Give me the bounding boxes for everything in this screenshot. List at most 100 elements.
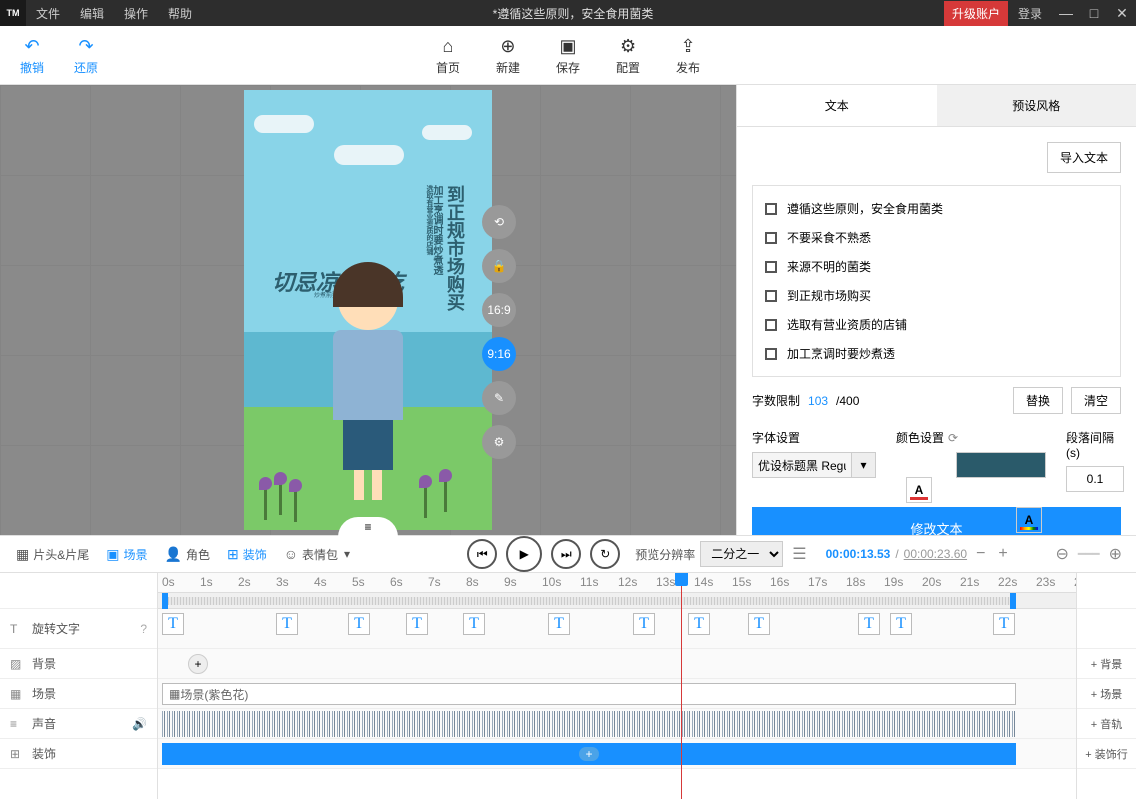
resolution-select[interactable]: 二分之一 (700, 541, 783, 567)
scrub-bar[interactable] (158, 593, 1076, 609)
zoom-fit-icon[interactable]: ⊖ (1056, 544, 1069, 564)
font-select[interactable] (752, 452, 852, 478)
track-scene[interactable]: ▦ 场景(紫色花) (158, 679, 1076, 709)
loop-button[interactable]: ↻ (590, 539, 620, 569)
lock-tool[interactable]: 🔒 (482, 249, 516, 283)
text-item[interactable]: 遵循这些原则，安全食用菌类 (761, 194, 1112, 223)
bg-icon: ▨ (10, 657, 26, 671)
track-rotate-text[interactable]: TTTTTTTTTTTTT (158, 609, 1076, 649)
undo-icon: ↶ (24, 35, 39, 59)
app-logo: TM (0, 0, 26, 26)
tab-role[interactable]: 👤角色 (159, 542, 216, 567)
minimize-button[interactable]: — (1052, 5, 1080, 21)
canvas-frame[interactable]: 来源不明的 到正规市场购买 加工烹调时要炒煮透 选取有营业资质的店铺 切忌凉拌生… (244, 90, 492, 530)
settings-tool[interactable]: ⚙ (482, 425, 516, 459)
add-bg-button[interactable]: + 背景 (1077, 649, 1136, 679)
color-label: 颜色设置⟳ (896, 429, 1046, 446)
layers-icon[interactable]: ☰ (792, 544, 806, 564)
new-button[interactable]: ⊕新建 (496, 35, 520, 76)
zoom-out-icon[interactable]: − (976, 545, 985, 563)
link-tool[interactable]: ⟲ (482, 205, 516, 239)
menu-file[interactable]: 文件 (26, 5, 70, 22)
text-item[interactable]: 不要采食不熟悉 (761, 223, 1112, 252)
font-dropdown[interactable]: ▾ (852, 452, 876, 478)
text-clip[interactable]: T (748, 613, 770, 635)
play-button[interactable]: ▶ (506, 536, 542, 572)
text-clip[interactable]: T (348, 613, 370, 635)
edit-tool[interactable]: ✎ (482, 381, 516, 415)
login-button[interactable]: 登录 (1008, 5, 1052, 22)
tab-emoji[interactable]: ☺表情包▾ (278, 542, 356, 567)
maximize-button[interactable]: □ (1080, 5, 1108, 21)
add-decor-icon[interactable]: + (579, 747, 599, 761)
ratio-9-16[interactable]: 9:16 (482, 337, 516, 371)
tab-preset[interactable]: 预设风格 (937, 85, 1136, 126)
menu-help[interactable]: 帮助 (158, 5, 202, 22)
audio-waveform[interactable] (162, 711, 1016, 737)
add-scene-button[interactable]: + 场景 (1077, 679, 1136, 709)
track-label-decor: ⊞装饰 (0, 739, 157, 769)
text-color-button[interactable]: A (906, 477, 932, 503)
ratio-16-9[interactable]: 16:9 (482, 293, 516, 327)
volume-icon[interactable]: 🔊 (132, 717, 147, 731)
replace-button[interactable]: 替换 (1013, 387, 1063, 414)
scene-icon: ▣ (106, 546, 119, 563)
text-clip[interactable]: T (890, 613, 912, 635)
text-clip[interactable]: T (858, 613, 880, 635)
text-clip[interactable]: T (276, 613, 298, 635)
gradient-color-button[interactable]: A (1016, 507, 1042, 533)
text-item[interactable]: 来源不明的菌类 (761, 252, 1112, 281)
text-clip[interactable]: T (406, 613, 428, 635)
tab-decor[interactable]: ⊞装饰 (221, 542, 273, 567)
track-label-scene: ▦场景 (0, 679, 157, 709)
track-bg[interactable]: + (158, 649, 1076, 679)
track-decor[interactable]: + (158, 739, 1076, 769)
vertical-text-3: 选取有营业资质的店铺 (424, 185, 434, 255)
menu-action[interactable]: 操作 (114, 5, 158, 22)
text-clip[interactable]: T (162, 613, 184, 635)
modify-text-button[interactable]: 修改文本 (752, 507, 1121, 535)
close-button[interactable]: ✕ (1108, 5, 1136, 22)
text-clip[interactable]: T (633, 613, 655, 635)
add-decor-button[interactable]: + 装饰行 (1077, 739, 1136, 769)
next-button[interactable]: ⏭ (551, 539, 581, 569)
text-item[interactable]: 加工烹调时要炒煮透 (761, 339, 1112, 368)
add-audio-button[interactable]: + 音轨 (1077, 709, 1136, 739)
character-girl (318, 270, 418, 470)
upgrade-button[interactable]: 升级账户 (944, 1, 1008, 26)
text-clip[interactable]: T (688, 613, 710, 635)
playhead[interactable] (681, 573, 682, 799)
time-ruler[interactable]: 0s1s2s3s4s5s6s7s8s9s10s11s12s13s14s15s16… (158, 573, 1076, 593)
tab-scene[interactable]: ▣场景 (100, 542, 153, 567)
add-clip-button[interactable]: + (188, 654, 208, 674)
text-item[interactable]: 选取有营业资质的店铺 (761, 310, 1112, 339)
scene-clip[interactable]: ▦ 场景(紫色花) (162, 683, 1016, 705)
tab-head-tail[interactable]: ▦片头&片尾 (10, 542, 95, 567)
zoom-full-icon[interactable]: ⊕ (1109, 544, 1122, 564)
canvas-area[interactable]: 来源不明的 到正规市场购买 加工烹调时要炒煮透 选取有营业资质的店铺 切忌凉拌生… (0, 85, 736, 535)
prev-button[interactable]: ⏮ (467, 539, 497, 569)
refresh-icon[interactable]: ⟳ (948, 431, 958, 445)
save-button[interactable]: ▣保存 (556, 35, 580, 76)
import-text-button[interactable]: 导入文本 (1047, 142, 1121, 173)
menu-edit[interactable]: 编辑 (70, 5, 114, 22)
track-sound[interactable] (158, 709, 1076, 739)
interval-input[interactable] (1066, 466, 1124, 492)
publish-button[interactable]: ⇪发布 (676, 35, 700, 76)
text-clip[interactable]: T (548, 613, 570, 635)
text-clip[interactable]: T (463, 613, 485, 635)
text-clip[interactable]: T (993, 613, 1015, 635)
undo-button[interactable]: ↶撤销 (20, 35, 44, 76)
color-swatch[interactable] (956, 452, 1046, 478)
config-button[interactable]: ⚙配置 (616, 35, 640, 76)
decor-clip[interactable]: + (162, 743, 1016, 765)
pull-tab[interactable]: ≡ (338, 517, 398, 537)
home-button[interactable]: ⌂首页 (436, 35, 460, 76)
zoom-in-icon[interactable]: + (998, 545, 1007, 563)
text-item[interactable]: 到正规市场购买 (761, 281, 1112, 310)
clear-button[interactable]: 清空 (1071, 387, 1121, 414)
time-total[interactable]: 00:00:23.60 (904, 547, 967, 561)
tab-text[interactable]: 文本 (737, 85, 937, 126)
redo-button[interactable]: ↷还原 (74, 35, 98, 76)
help-icon[interactable]: ? (140, 622, 147, 636)
